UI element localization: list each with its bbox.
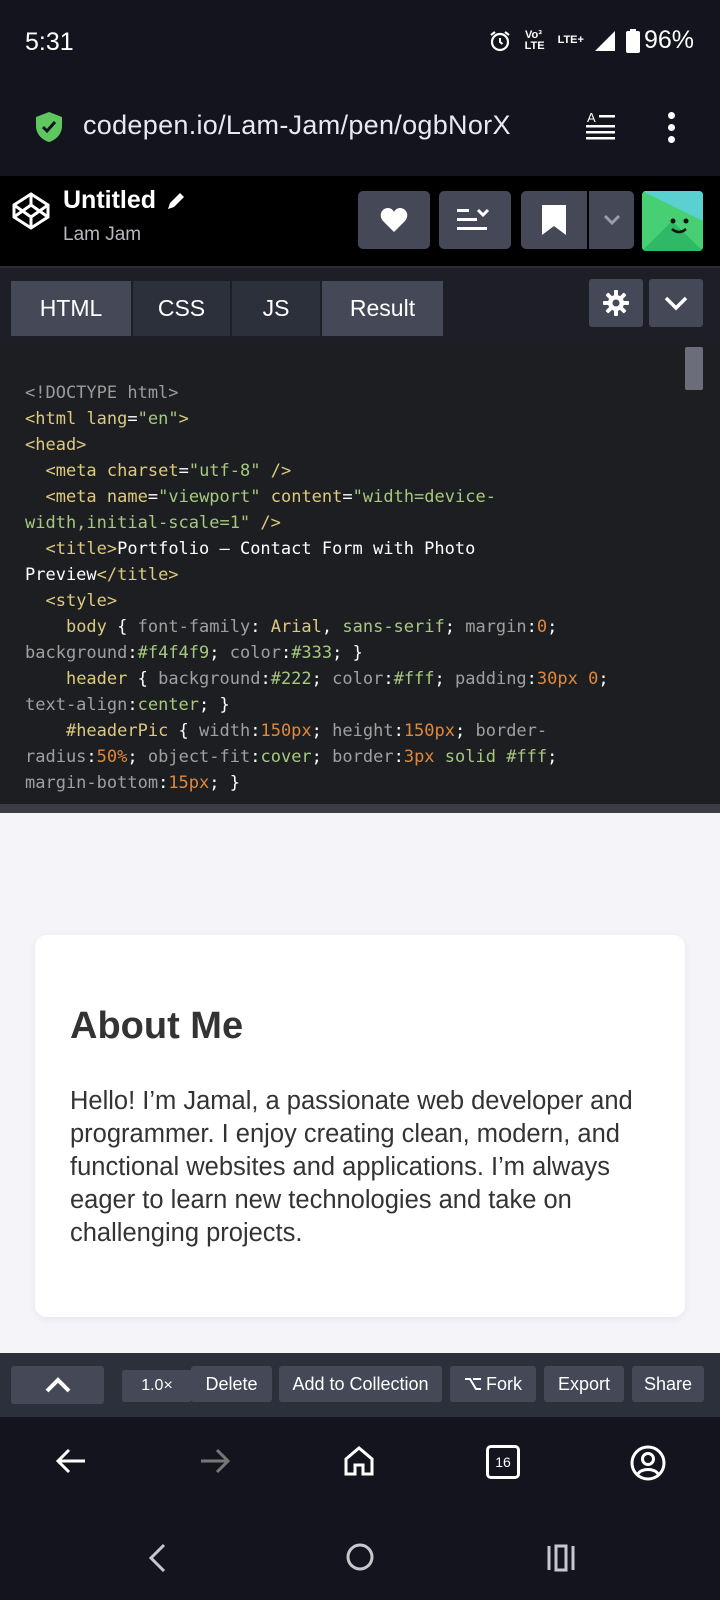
battery-percent: 96%	[643, 26, 694, 54]
status-icons: Vo³ LTE LTE+ 96%	[488, 26, 694, 55]
pen-title[interactable]: Untitled	[63, 186, 156, 215]
browser-url-bar: codepen.io/Lam-Jam/pen/ogbNorX A	[0, 86, 720, 176]
tab-css[interactable]: CSS	[133, 281, 230, 336]
export-button[interactable]: Export	[544, 1366, 624, 1402]
editor-resize-handle[interactable]	[0, 804, 720, 813]
chevron-up-icon	[45, 1377, 70, 1393]
delete-button[interactable]: Delete	[191, 1366, 272, 1402]
edit-pencil-icon[interactable]	[166, 191, 186, 211]
code-content[interactable]: <!DOCTYPE html> <html lang="en"> <head> …	[25, 380, 675, 796]
svg-text:A: A	[587, 110, 596, 125]
like-button[interactable]	[358, 191, 430, 249]
chevron-down-icon	[603, 214, 620, 226]
about-paragraph: Hello! I’m Jamal, a passionate web devel…	[70, 1087, 633, 1247]
pen-menu-button[interactable]	[439, 191, 511, 249]
home-icon[interactable]	[343, 1445, 375, 1477]
result-preview: About Me Hello! I’m Jamal, a passionate …	[0, 813, 720, 1353]
pen-author[interactable]: Lam Jam	[63, 224, 141, 246]
heart-icon	[380, 208, 408, 232]
browser-menu-icon[interactable]	[658, 108, 684, 148]
status-bar: 5:31 Vo³ LTE LTE+ 96%	[0, 0, 720, 86]
tab-html[interactable]: HTML	[11, 281, 131, 336]
chevron-down-icon	[664, 296, 688, 311]
account-icon[interactable]	[630, 1445, 666, 1481]
gear-icon	[603, 290, 629, 316]
settings-button[interactable]	[589, 279, 643, 327]
editor-tabs: HTML CSS JS Result	[0, 266, 720, 344]
code-editor[interactable]: <!DOCTYPE html> <html lang="en"> <head> …	[0, 344, 720, 804]
about-card: About Me Hello! I’m Jamal, a passionate …	[35, 935, 685, 1317]
fork-button[interactable]: Fork	[450, 1366, 536, 1402]
add-to-collection-button[interactable]: Add to Collection	[279, 1366, 442, 1402]
codepen-header: Untitled Lam Jam	[0, 176, 720, 266]
system-back-icon[interactable]	[148, 1543, 168, 1573]
tab-count: 16	[495, 1454, 511, 1470]
list-chevron-icon	[457, 208, 490, 230]
secure-shield-icon[interactable]	[36, 112, 62, 142]
system-home-icon[interactable]	[345, 1542, 375, 1572]
signal-icon	[594, 30, 615, 51]
reader-mode-icon[interactable]: A	[586, 110, 616, 140]
console-toggle-button[interactable]	[11, 1366, 104, 1404]
collapse-editor-button[interactable]	[649, 279, 703, 327]
lte-indicator: LTE+	[557, 34, 584, 46]
bookmark-icon	[542, 205, 566, 235]
browser-nav-bar: 16	[0, 1417, 720, 1517]
about-heading: About Me	[70, 1005, 244, 1047]
editor-scrollbar[interactable]	[685, 347, 703, 390]
user-avatar[interactable]	[642, 191, 703, 251]
status-time: 5:31	[25, 28, 74, 56]
back-arrow-icon[interactable]	[55, 1445, 87, 1477]
system-nav-bar	[0, 1517, 720, 1600]
bookmark-button[interactable]	[521, 191, 587, 249]
fork-label: Fork	[486, 1373, 522, 1394]
volte-indicator: Vo³ LTE	[524, 28, 545, 52]
alarm-icon	[489, 30, 510, 51]
codepen-footer: 1.0× Delete Add to Collection Fork Expor…	[0, 1353, 720, 1417]
zoom-level[interactable]: 1.0×	[122, 1370, 192, 1402]
bookmark-dropdown-button[interactable]	[589, 191, 634, 249]
fork-icon	[465, 1378, 481, 1390]
url-text[interactable]: codepen.io/Lam-Jam/pen/ogbNorX	[83, 110, 511, 141]
battery-icon	[625, 28, 640, 53]
tabs-counter-button[interactable]: 16	[486, 1445, 520, 1479]
forward-arrow-icon[interactable]	[199, 1445, 231, 1477]
codepen-logo-icon[interactable]	[12, 192, 50, 230]
system-recents-icon[interactable]	[546, 1544, 576, 1572]
share-button[interactable]: Share	[632, 1366, 704, 1402]
tab-result[interactable]: Result	[322, 281, 443, 336]
tab-js[interactable]: JS	[232, 281, 320, 336]
